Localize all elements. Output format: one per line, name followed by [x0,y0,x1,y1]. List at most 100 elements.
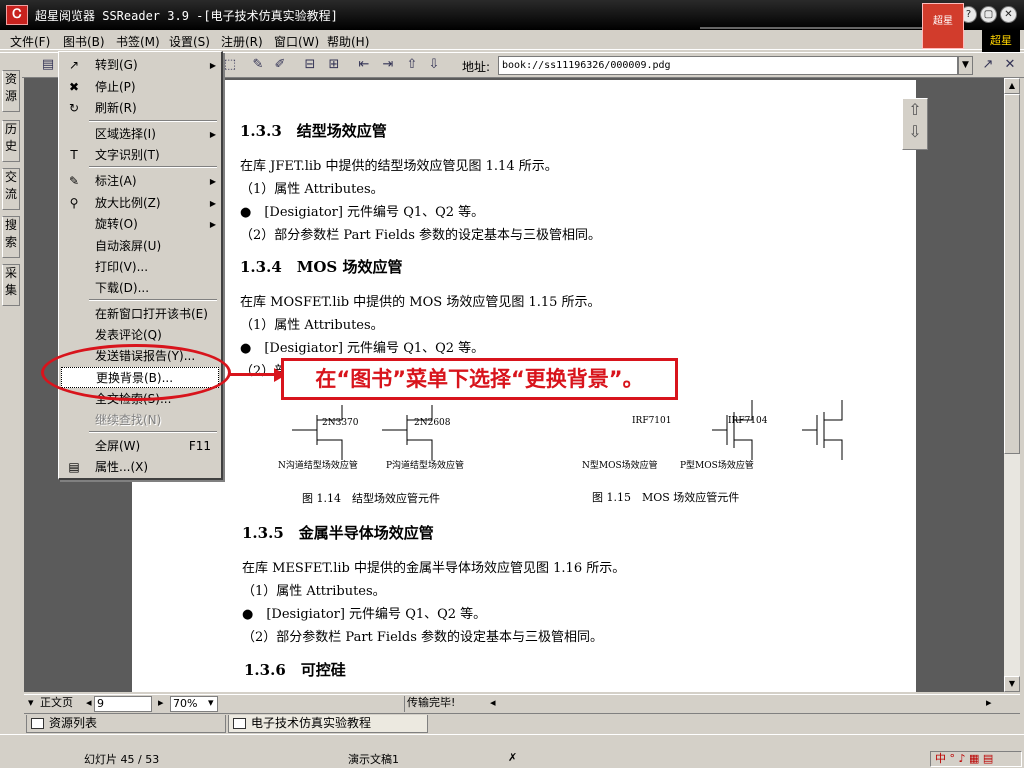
toolbar-last-page-icon[interactable]: ⇥ [380,57,396,73]
menu-item[interactable]: 在新窗口打开该书(E) [61,304,219,325]
side-tab-exchange[interactable]: 交流 [2,168,20,210]
menu-bookmark[interactable]: 书签(M) [116,33,160,50]
figure-caption: 图 1.15 MOS 场效应管元件 [592,491,740,504]
address-input[interactable]: book://ss11196326/000009.pdg [498,56,958,75]
toolbar-prev-page-icon[interactable]: ⊟ [302,57,318,73]
menu-item[interactable]: 发送错误报告(Y)... [61,346,219,367]
slide-counter: 幻灯片 45 / 53 [84,753,160,766]
menu-item-label: 发表评论(Q) [95,328,162,342]
page-number-input[interactable]: 9 [94,696,152,712]
side-tab-history[interactable]: 历史 [2,120,20,162]
menu-item[interactable]: 全文检索(S)... [61,389,219,410]
menu-item[interactable]: ↗ 转到(G) ▶ [61,55,219,76]
menu-item-label: 停止(P) [95,80,136,94]
hscroll-left-icon[interactable]: ◂ [490,696,496,712]
zoom-icon: ⚲ [69,196,79,210]
page-mode[interactable]: 正文页 [40,696,73,712]
tab-label: 资源列表 [49,716,98,730]
bottom-tabs: 资源列表 电子技术仿真实验教程 [24,713,1020,733]
instruction-callout: 在“图书”菜单下选择“更换背景”。 [281,358,678,400]
title-bar: Ꮯ 超星阅览器 SSReader 3.9 -[电子技术仿真实验教程] ? ▢ ✕ [0,0,1024,30]
address-dropdown-icon[interactable]: ▼ [958,56,973,75]
figure-name: N沟道结型场效应管 [278,461,358,471]
go-icon[interactable]: ↗ [980,57,996,73]
list-icon [31,718,44,729]
restore-button[interactable]: ▢ [980,6,997,23]
scroll-up-icon[interactable]: ▲ [1004,78,1020,94]
side-tab-resources[interactable]: 资源 [2,70,20,112]
book-icon [233,718,246,729]
close-button[interactable]: ✕ [1000,6,1017,23]
toolbar-annotate-icon[interactable]: ✎ [250,57,266,73]
paragraph: ● [Desigiator] 元件编号 Q1、Q2 等。 [242,607,487,622]
menu-file[interactable]: 文件(F) [10,33,50,50]
annotate-icon: ✎ [68,174,80,188]
menu-item-label: 放大比例(Z) [95,196,161,210]
status-message: 传输完毕! [404,696,455,712]
menu-item[interactable]: 全屏(W) F11 [61,436,219,457]
paragraph: 在库 JFET.lib 中提供的结型场效应管见图 1.14 所示。 [240,159,558,174]
tray-icons: ° ♪ ▦ ▤ [949,752,994,765]
prev-page-icon[interactable]: ◂ [86,696,92,712]
properties-icon: ▤ [68,460,80,474]
taskbar: 幻灯片 45 / 53 演示文稿1 ✗ 中 ° ♪ ▦ ▤ [0,734,1024,768]
submenu-arrow-icon: ▶ [209,199,216,208]
menu-item[interactable]: ▤ 属性...(X) [61,457,219,478]
toolbar-up-icon[interactable]: ⇧ [404,57,420,73]
menu-item-label: 刷新(R) [95,101,137,115]
side-tab-search[interactable]: 搜索 [2,216,20,258]
figure-label: 2N2608 [414,418,451,428]
menu-item[interactable]: 区域选择(I) ▶ [61,124,219,145]
paragraph: （1）属性 Attributes。 [240,182,384,197]
menu-item[interactable]: 发表评论(Q) [61,325,219,346]
menu-item[interactable]: ✖ 停止(P) [61,77,219,98]
toolbar-pen-icon[interactable]: ✐ [272,57,288,73]
menu-item[interactable]: T 文字识别(T) [61,145,219,166]
spellcheck-icon[interactable]: ✗ [508,751,517,764]
menu-item-label: 发送错误报告(Y)... [95,349,196,363]
mode-dropdown-icon[interactable]: ▾ [28,696,34,712]
zoom-dropdown-icon[interactable]: ▾ [208,696,214,712]
scroll-thumb[interactable] [1004,94,1020,454]
toolbar-next-page-icon[interactable]: ⊞ [326,57,342,73]
ime-indicator[interactable]: 中 [931,752,946,765]
app-window: Ꮯ 超星阅览器 SSReader 3.9 -[电子技术仿真实验教程] ? ▢ ✕… [0,0,1024,768]
menu-settings[interactable]: 设置(S) [169,33,210,50]
title-decoration [700,3,960,29]
menu-book[interactable]: 图书(B) [63,33,105,50]
toolbar-down-icon[interactable]: ⇩ [426,57,442,73]
side-tab-collect[interactable]: 采集 [2,264,20,306]
menu-help[interactable]: 帮助(H) [327,33,369,50]
toolbar-select-icon[interactable]: ⬚ [222,57,238,73]
tab-book[interactable]: 电子技术仿真实验教程 [228,715,428,733]
menu-item[interactable]: 打印(V)... [61,257,219,278]
paragraph: 在库 MOSFET.lib 中提供的 MOS 场效应管见图 1.15 所示。 [240,295,601,310]
toolbar-first-page-icon[interactable]: ⇤ [356,57,372,73]
tab-resource-list[interactable]: 资源列表 [26,715,226,733]
toolbar-book-icon[interactable]: ▤ [40,57,56,73]
page-down-icon[interactable]: ⇩ [903,121,927,143]
menu-item[interactable]: ⚲ 放大比例(Z) ▶ [61,193,219,214]
paragraph: （1）属性 Attributes。 [242,584,386,599]
submenu-arrow-icon: ▶ [209,130,216,139]
scroll-down-icon[interactable]: ▼ [1004,676,1020,692]
menu-window[interactable]: 窗口(W) [274,33,319,50]
menu-item[interactable]: ✎ 标注(A) ▶ [61,171,219,192]
section-heading: 1.3.5 金属半导体场效应管 [242,524,434,542]
app-logo-icon: Ꮯ [6,5,28,25]
page-up-icon[interactable]: ⇧ [903,99,927,121]
hscroll-right-icon[interactable]: ▸ [986,696,992,712]
paragraph: ● [Desigiator] 元件编号 Q1、Q2 等。 [240,205,485,220]
figure-label: 2N3370 [322,418,359,428]
vertical-scrollbar[interactable]: ▲ ▼ [1004,78,1020,692]
menu-item[interactable]: ↻ 刷新(R) [61,98,219,119]
system-tray: 中 ° ♪ ▦ ▤ [930,751,1022,767]
menu-item[interactable]: 更换背景(B)... [61,367,219,388]
menu-item[interactable]: 旋转(O) ▶ [61,214,219,235]
close-toolbar-icon[interactable]: ✕ [1002,57,1018,73]
menu-item[interactable]: 下载(D)... [61,278,219,299]
menu-item[interactable]: 自动滚屏(U) [61,236,219,257]
menu-register[interactable]: 注册(R) [221,33,263,50]
next-page-icon[interactable]: ▸ [158,696,164,712]
menu-item[interactable]: 继续查找(N) [61,410,219,431]
